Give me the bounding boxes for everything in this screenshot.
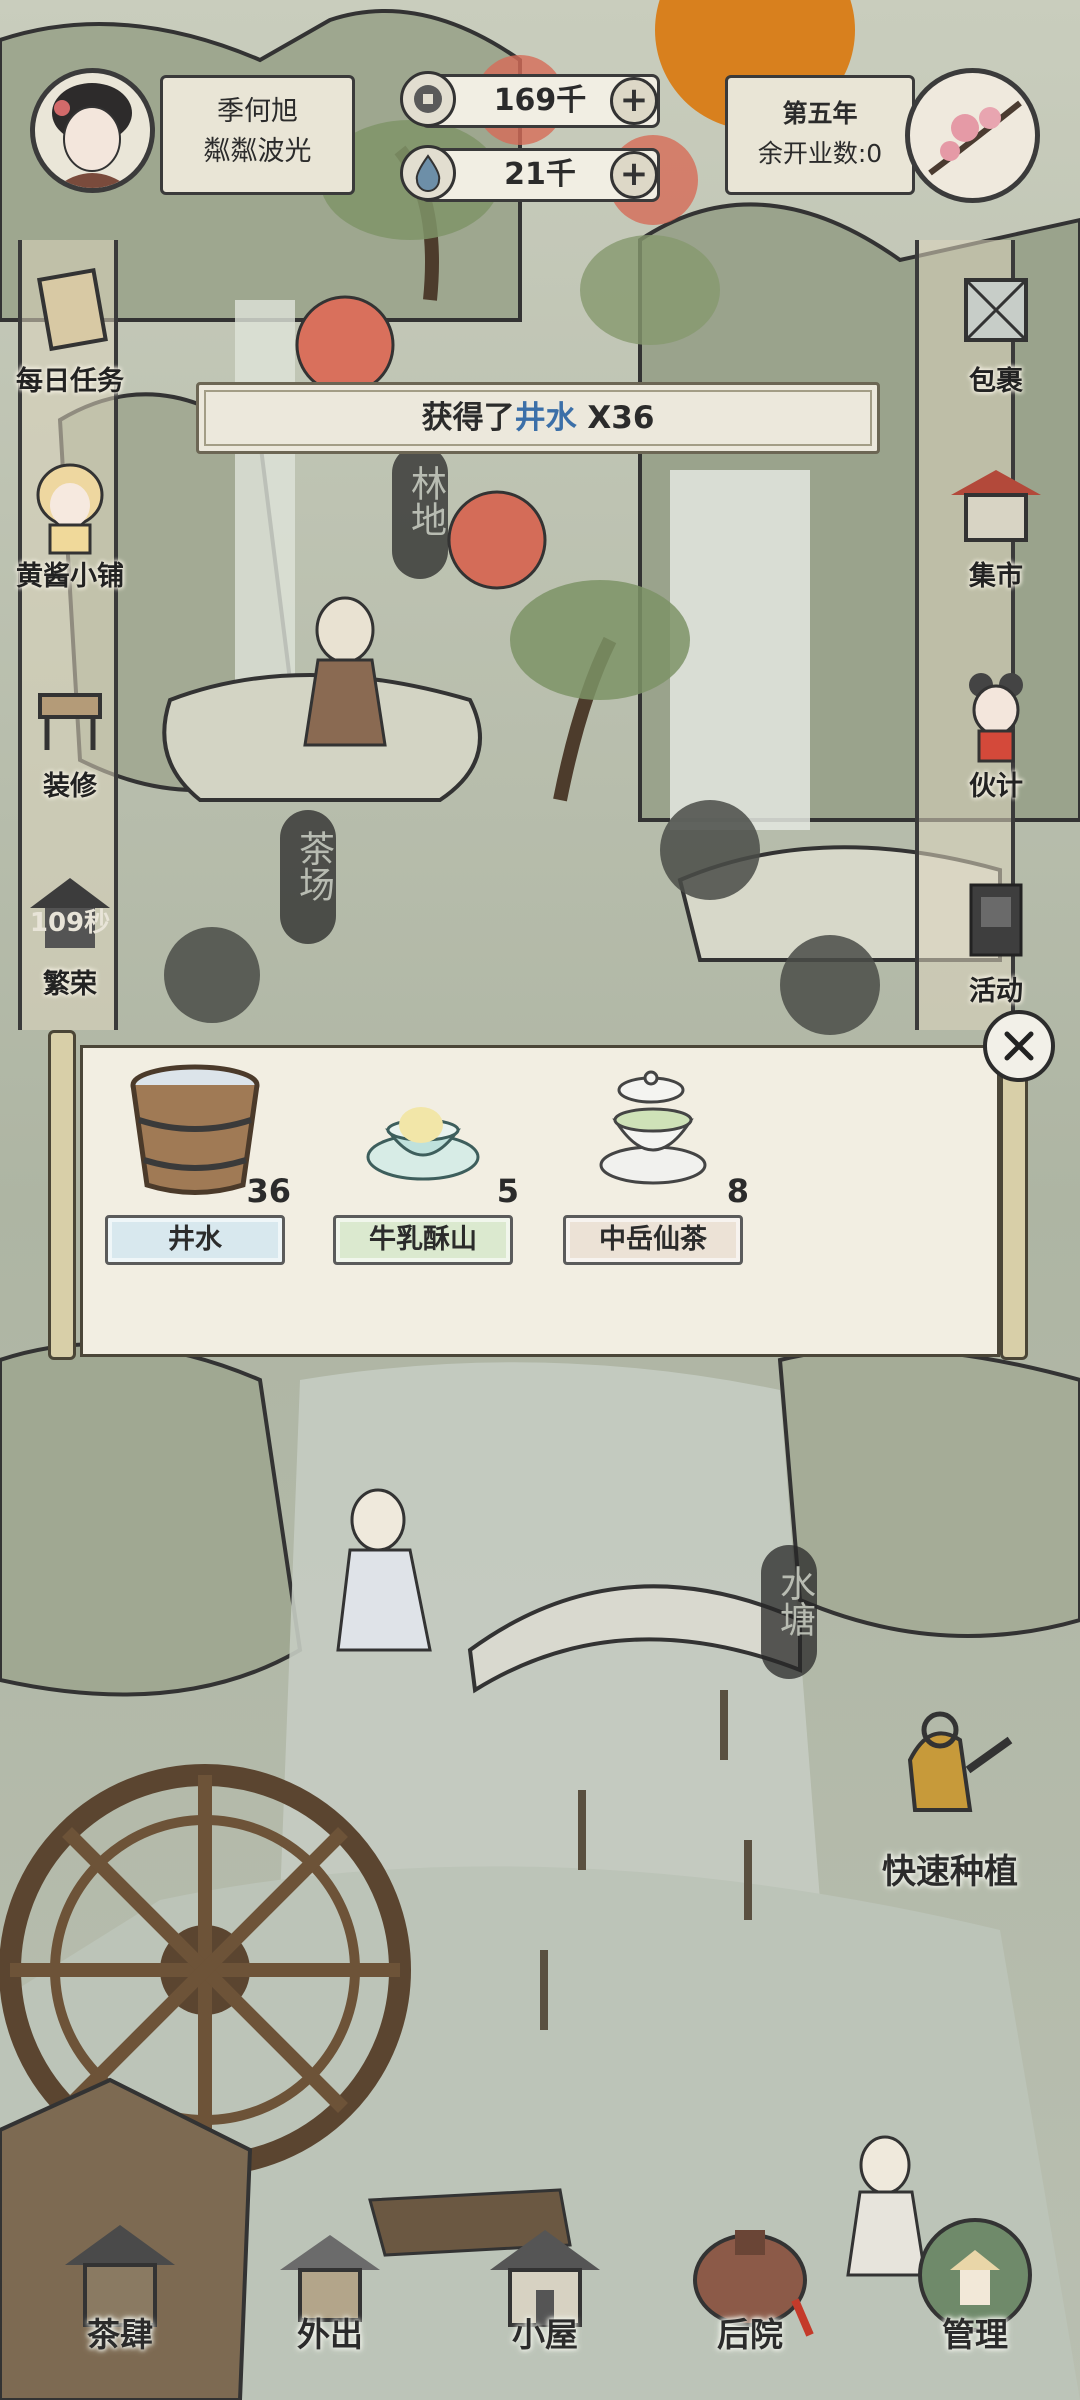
market-icon <box>941 450 1051 560</box>
location-forest-text: 林地 <box>405 465 446 537</box>
decorate-button[interactable]: 装修 <box>0 660 140 803</box>
reward-name-label: 井水 <box>105 1215 285 1265</box>
nav-manage-button[interactable]: 管理 <box>890 2210 1060 2356</box>
reward-item-immortal-tea[interactable]: 8 中岳仙茶 <box>563 1060 753 1280</box>
plum-blossom-icon <box>928 100 1022 176</box>
prosperity-button[interactable]: 109秒 繁荣 <box>0 858 140 1001</box>
quick-plant-button[interactable]: 快速种植 <box>850 1700 1050 1893</box>
reward-count: 5 <box>496 1172 519 1210</box>
daily-tasks-label: 每日任务 <box>16 366 124 397</box>
player-avatar[interactable] <box>30 68 155 193</box>
bag-label: 包裹 <box>969 366 1023 397</box>
location-label-forest[interactable]: 林地 <box>392 445 448 579</box>
banner-prefix: 获得了 <box>421 400 515 436</box>
reward-banner: 获得了井水 X36 <box>196 382 880 454</box>
reward-count: 8 <box>726 1172 749 1210</box>
location-pond-text: 水塘 <box>774 1565 815 1637</box>
nav-cottage-button[interactable]: 小屋 <box>460 2210 630 2356</box>
scroll-icon <box>15 255 125 365</box>
location-tea-field-text: 茶场 <box>293 830 334 902</box>
scroll-rod-left <box>48 1030 76 1360</box>
workers-label: 伙计 <box>969 771 1023 802</box>
events-button[interactable]: 活动 <box>926 865 1066 1008</box>
reward-name-label: 牛乳酥山 <box>333 1215 513 1265</box>
villager-girl-figure <box>303 596 387 747</box>
reward-item-milk-dessert[interactable]: 5 牛乳酥山 <box>333 1060 523 1280</box>
decorate-label: 装修 <box>43 771 97 802</box>
close-icon <box>1004 1031 1034 1061</box>
market-button[interactable]: 集市 <box>926 450 1066 593</box>
wooden-bucket-icon <box>130 1064 260 1195</box>
water-drop-icon <box>400 145 456 201</box>
tea-bowl-icon <box>599 1070 707 1185</box>
coin-value: 169千 <box>493 83 587 118</box>
water-value: 21千 <box>504 157 576 192</box>
daily-tasks-button[interactable]: 每日任务 <box>0 255 140 398</box>
milk-dessert-icon <box>366 1107 480 1181</box>
event-scroll-icon <box>941 865 1051 975</box>
workers-button[interactable]: 伙计 <box>926 660 1066 803</box>
player-name-plate[interactable]: 季何旭 粼粼波光 <box>160 75 355 195</box>
chair-icon <box>15 660 125 770</box>
watering-can-icon <box>907 1711 1013 1812</box>
add-water-button[interactable]: + <box>610 151 658 199</box>
pagoda-icon: 109秒 <box>15 858 125 968</box>
current-year: 第五年 <box>782 99 858 128</box>
nav-backyard-button[interactable]: 后院 <box>665 2210 835 2356</box>
player-portrait-icon <box>52 83 132 188</box>
player-name: 季何旭 <box>217 96 298 127</box>
close-reward-button[interactable] <box>983 1010 1055 1082</box>
banner-item: 井水 <box>514 400 577 436</box>
prosperity-timer: 109秒 <box>29 908 111 938</box>
bag-button[interactable]: 包裹 <box>926 255 1066 398</box>
location-label-pond[interactable]: 水塘 <box>761 1545 817 1679</box>
nav-teahouse-button[interactable]: 茶肆 <box>35 2210 205 2356</box>
openings-left: 余开业数:0 <box>757 139 883 168</box>
calendar-blossom-button[interactable] <box>905 68 1040 203</box>
reward-name-label: 中岳仙茶 <box>563 1215 743 1265</box>
sauce-shop-button[interactable]: 黄酱小铺 <box>0 450 140 593</box>
sauce-shop-label: 黄酱小铺 <box>16 561 124 592</box>
market-label: 集市 <box>969 561 1023 592</box>
banner-suffix: X36 <box>576 400 655 436</box>
worker-icon <box>941 660 1051 770</box>
add-coin-button[interactable]: + <box>610 77 658 125</box>
shop-girl-icon <box>15 450 125 560</box>
quick-plant-label: 快速种植 <box>882 1852 1018 1892</box>
nav-outing-button[interactable]: 外出 <box>245 2210 415 2356</box>
reward-count: 36 <box>246 1172 291 1210</box>
player-title: 粼粼波光 <box>203 136 312 167</box>
coin-icon <box>400 71 456 127</box>
bundle-icon <box>941 255 1051 365</box>
events-label: 活动 <box>969 976 1023 1007</box>
season-plate[interactable]: 第五年 余开业数:0 <box>725 75 915 195</box>
reward-item-well-water[interactable]: 36 井水 <box>105 1060 295 1280</box>
location-label-tea-field[interactable]: 茶场 <box>280 810 336 944</box>
